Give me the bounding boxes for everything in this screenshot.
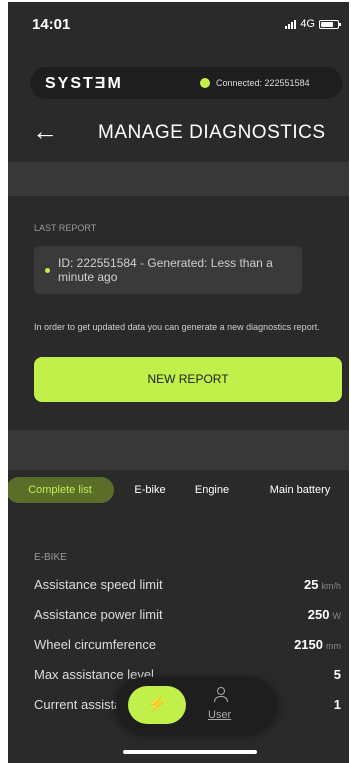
- tab-engine[interactable]: Engine: [186, 477, 238, 503]
- report-id-card: ID: 222551584 - Generated: Less than a m…: [34, 246, 302, 294]
- divider-band-2: [8, 430, 349, 470]
- signal-icon: [285, 19, 297, 29]
- network-label: 4G: [300, 18, 315, 30]
- row-value: 250 W: [307, 607, 341, 622]
- flash-icon[interactable]: ⚡: [128, 686, 186, 724]
- battery-icon: [319, 19, 341, 29]
- tab-main-battery[interactable]: Main battery: [258, 477, 342, 503]
- divider-band: [8, 162, 349, 196]
- tab-e-bike[interactable]: E-bike: [126, 477, 174, 503]
- status-bar: 14:01 4G: [8, 2, 349, 50]
- new-report-button[interactable]: NEW REPORT: [34, 357, 342, 402]
- last-report-label: LAST REPORT: [34, 223, 97, 233]
- status-time: 14:01: [32, 16, 71, 33]
- report-hint: In order to get updated data you can gen…: [34, 322, 320, 332]
- row-label: Assistance speed limit: [34, 577, 163, 592]
- bluetooth-icon: [200, 78, 210, 88]
- status-indicators: 4G: [285, 18, 341, 30]
- row-value: 25 km/h: [304, 577, 341, 592]
- bottom-nav: ⚡ User: [116, 677, 276, 733]
- row-label: Wheel circumference: [34, 637, 157, 652]
- row-label: Assistance power limit: [34, 607, 163, 622]
- row-value: 1: [333, 697, 341, 712]
- brand-header: SYSTƎM Connected: 222551584: [30, 67, 342, 99]
- brand-logo: SYSTƎM: [45, 75, 123, 92]
- tab-complete-list[interactable]: Complete list: [8, 477, 114, 503]
- user-icon[interactable]: [210, 687, 232, 705]
- report-id-text: ID: 222551584 - Generated: Less than a m…: [58, 256, 273, 284]
- status-dot-icon: [45, 268, 50, 273]
- nav-user-label[interactable]: User: [208, 709, 231, 721]
- phone-screen: 14:01 4G SYSTƎM Connected: 222551584 ← M…: [8, 2, 349, 763]
- row-value: 5: [333, 667, 341, 682]
- connection-status: Connected: 222551584: [216, 78, 310, 88]
- back-arrow-icon[interactable]: ←: [32, 116, 58, 146]
- page-title: MANAGE DIAGNOSTICS: [98, 122, 326, 143]
- home-indicator: [123, 750, 257, 754]
- row-value: 2150 mm: [294, 637, 341, 652]
- ebike-section-label: E-BIKE: [34, 552, 67, 563]
